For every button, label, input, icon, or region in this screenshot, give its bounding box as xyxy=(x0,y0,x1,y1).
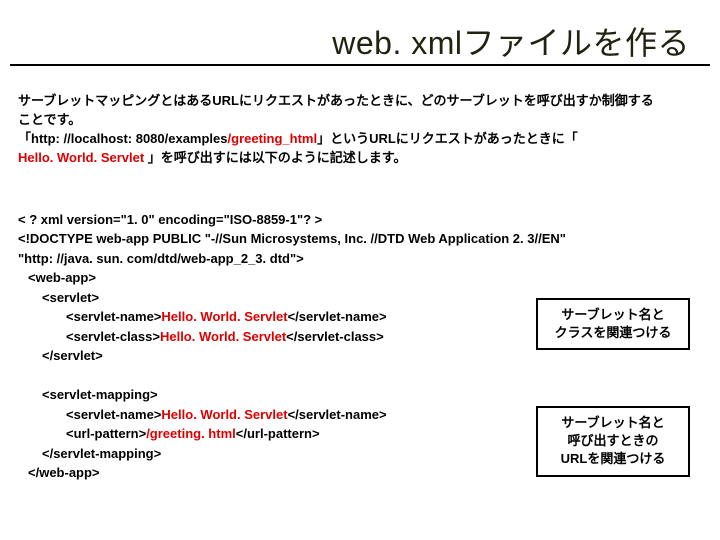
page-title: web. xmlファイルを作る xyxy=(332,18,690,64)
code-l3: "http: //java. sun. com/dtd/web-app_2_3.… xyxy=(18,251,304,266)
desc-url-highlight: /greeting_html xyxy=(228,131,318,146)
code-l7a: <servlet-class> xyxy=(66,329,160,344)
code-l6b: Hello. World. Servlet xyxy=(161,309,287,324)
desc-line2c: 」というURLにリクエストがあったときに「 xyxy=(317,131,578,146)
desc-line3b: 」を呼び出すには以下のように記述します。 xyxy=(148,150,407,165)
code-l10c: </servlet-name> xyxy=(288,407,387,422)
callout-box-servlet-url: サーブレット名と 呼び出すときの URLを関連つける xyxy=(536,406,690,477)
code-l11b: /greeting. html xyxy=(146,426,236,441)
code-l10a: <servlet-name> xyxy=(66,407,161,422)
desc-servlet-highlight: Hello. World. Servlet xyxy=(18,150,148,165)
desc-line1b: ことです。 xyxy=(18,112,81,127)
box2-line1: サーブレット名と xyxy=(561,415,664,430)
code-l11c: </url-pattern> xyxy=(236,426,320,441)
box2-line3: URLを関連つける xyxy=(561,451,666,466)
code-l11a: <url-pattern> xyxy=(66,426,146,441)
code-l13: </web-app> xyxy=(18,463,100,483)
code-l1: < ? xml version="1. 0" encoding="ISO-885… xyxy=(18,212,322,227)
code-l8: </servlet> xyxy=(18,346,103,366)
desc-line1a: サーブレットマッピングとはあるURLにリクエストがあったときに、どのサーブレット… xyxy=(18,93,654,108)
description-block: サーブレットマッピングとはあるURLにリクエストがあったときに、どのサーブレット… xyxy=(18,92,708,167)
code-l7c: </servlet-class> xyxy=(286,329,384,344)
code-l12: </servlet-mapping> xyxy=(18,444,161,464)
title-rule xyxy=(10,64,710,66)
code-l7b: Hello. World. Servlet xyxy=(160,329,286,344)
code-l9: <servlet-mapping> xyxy=(18,385,158,405)
callout-box-servlet-class: サーブレット名と クラスを関連つける xyxy=(536,298,690,350)
box1-line2: クラスを関連つける xyxy=(555,325,672,340)
box2-line2: 呼び出すときの xyxy=(567,433,658,448)
desc-line2a: 「http: //localhost: 8080/examples xyxy=(18,131,228,146)
code-l5: <servlet> xyxy=(18,288,99,308)
code-l10b: Hello. World. Servlet xyxy=(161,407,287,422)
code-l4: <web-app> xyxy=(18,268,96,288)
code-l2: <!DOCTYPE web-app PUBLIC "-//Sun Microsy… xyxy=(18,231,566,246)
box1-line1: サーブレット名と xyxy=(561,307,664,322)
code-l6a: <servlet-name> xyxy=(66,309,161,324)
code-l6c: </servlet-name> xyxy=(288,309,387,324)
